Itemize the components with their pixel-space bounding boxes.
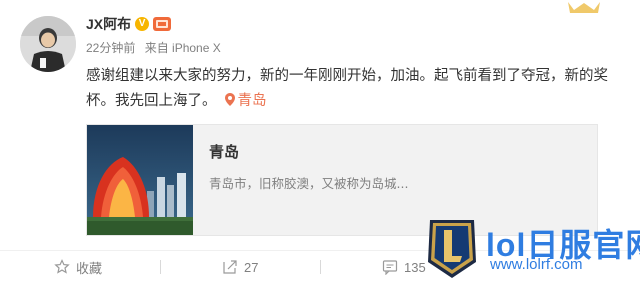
comment-icon [382,260,398,275]
comment-button[interactable]: 135 [382,258,426,276]
action-separator [160,260,161,274]
username-row: JX阿布 V [86,14,172,34]
crown-icon [568,2,600,13]
location-title[interactable]: 青岛 [209,141,239,162]
action-separator [320,260,321,274]
watermark-url: www.lolrf.com [490,256,583,273]
avatar[interactable] [20,16,76,72]
location-link[interactable]: 青岛 [224,93,267,109]
level-icon [153,17,172,31]
location-description: 青岛市，旧称胶澳，又被称为岛城... [209,176,409,191]
favorite-icon [54,259,70,274]
avatar-image [20,16,76,72]
post-text: 感谢组建以来大家的努力，新的一年刚刚开始，加油。起飞前看到了夺冠，新的奖杯。我先… [86,64,622,114]
forward-icon [223,260,237,274]
favorite-button[interactable]: 收藏 [54,258,102,276]
post-meta: 22分钟前 来自 iPhone X [86,39,227,56]
favorite-label: 收藏 [76,260,103,276]
post-source[interactable]: 来自 iPhone X [145,41,221,55]
comment-count: 135 [404,259,426,275]
location-thumbnail [87,125,193,235]
post-time[interactable]: 22分钟前 [86,41,135,55]
username[interactable]: JX阿布 [86,14,131,34]
location-pin-icon [224,93,235,106]
lol-logo-icon [428,220,476,278]
location-link-label: 青岛 [237,93,267,109]
forward-count: 27 [244,259,259,275]
post-body: 感谢组建以来大家的努力，新的一年刚刚开始，加油。起飞前看到了夺冠，新的奖杯。我先… [86,68,608,109]
verified-icon: V [135,17,150,31]
forward-button[interactable]: 27 [222,258,258,276]
weibo-post-card: JX阿布 V 22分钟前 来自 iPhone X 感谢组建以来大家的努力，新的一… [0,0,640,283]
